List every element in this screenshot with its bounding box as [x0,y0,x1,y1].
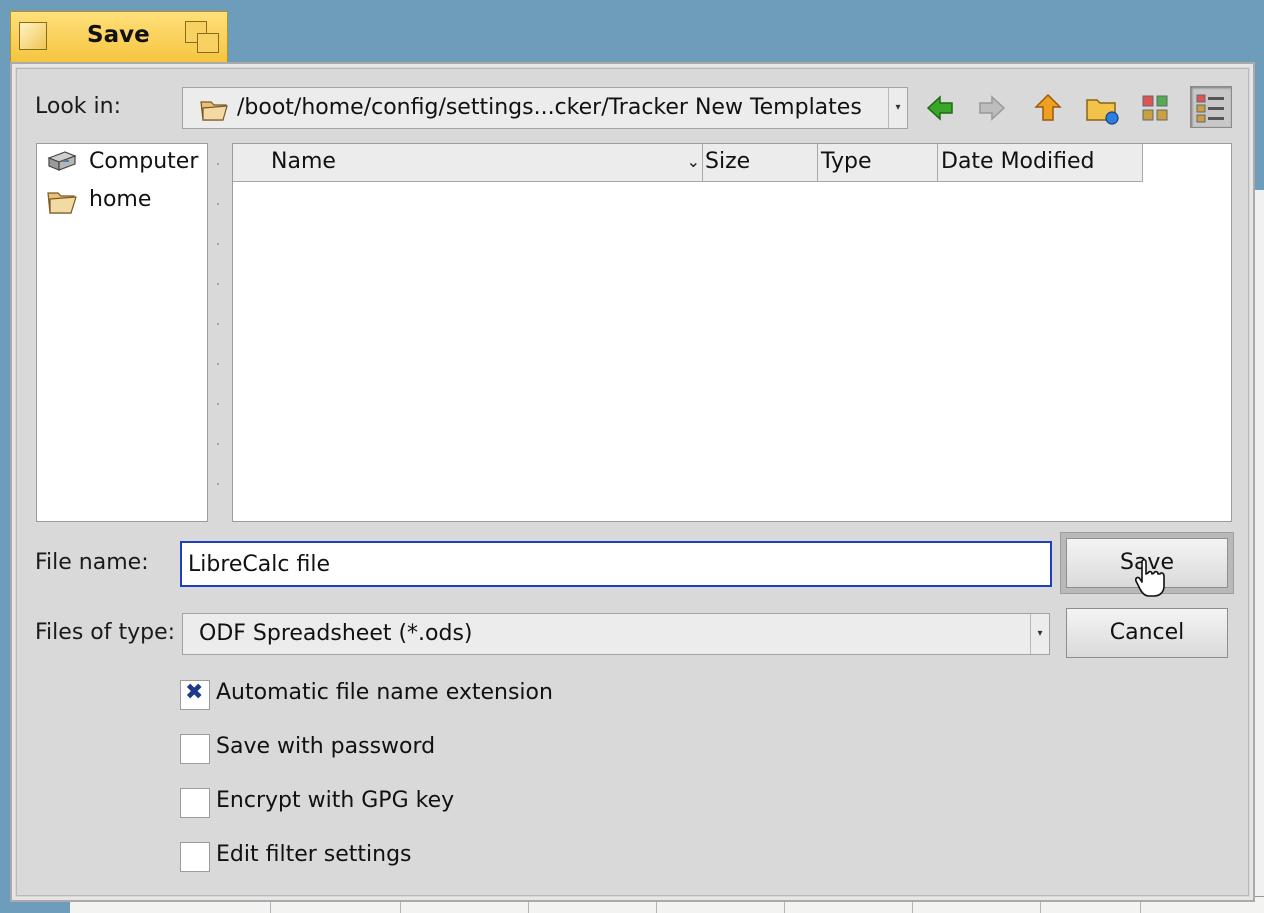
file-type-combobox[interactable]: ODF Spreadsheet (*.ods) ▾ [182,613,1050,655]
column-header-date-modified[interactable]: Date Modified [938,144,1143,182]
forward-arrow-icon[interactable] [972,88,1012,128]
pane-splitter[interactable] [214,143,226,522]
up-arrow-icon[interactable] [1028,88,1068,128]
encrypt-gpg-checkbox[interactable] [180,788,210,818]
column-header-type[interactable]: Type [818,144,938,182]
option-label: Edit filter settings [216,842,412,867]
auto-extension-checkbox[interactable] [180,680,210,710]
folder-icon [47,192,77,214]
folder-icon [200,101,228,121]
files-of-type-label: Files of type: [35,620,176,645]
look-in-path: /boot/home/config/settings...cker/Tracke… [237,95,862,120]
detail-view-icon[interactable] [1190,86,1232,128]
hand-cursor-icon [1135,558,1165,597]
cancel-button[interactable]: Cancel [1066,608,1228,658]
zoom-button[interactable] [185,21,219,53]
file-name-input[interactable] [180,541,1052,587]
window-title-tab[interactable]: Save [10,11,228,62]
file-type-value: ODF Spreadsheet (*.ods) [199,621,473,646]
window-title: Save [87,22,150,48]
place-item-home[interactable]: home [43,184,203,218]
column-header-size[interactable]: Size [703,144,818,182]
place-item-label: Computer [89,149,199,174]
computer-icon [47,151,77,171]
close-button[interactable] [19,22,47,50]
save-with-password-checkbox[interactable] [180,734,210,764]
list-view-icon[interactable] [1136,88,1176,128]
option-label: Save with password [216,734,436,759]
option-label: Automatic file name extension [216,680,553,705]
file-name-label: File name: [35,550,149,575]
place-item-label: home [89,187,152,212]
chevron-down-icon[interactable]: ▾ [888,88,907,128]
edit-filter-checkbox[interactable] [180,842,210,872]
back-arrow-icon[interactable] [920,88,960,128]
place-item-computer[interactable]: Computer [43,146,203,180]
places-list: Computer home [36,143,208,522]
look-in-label: Look in: [35,94,121,119]
file-list[interactable]: Name ⌄ Size Type Date Modified [232,143,1232,522]
new-folder-icon[interactable] [1082,88,1122,128]
chevron-down-icon[interactable]: ▾ [1030,614,1049,654]
option-label: Encrypt with GPG key [216,788,455,813]
column-header-name[interactable]: Name ⌄ [233,144,703,182]
look-in-combobox[interactable]: /boot/home/config/settings...cker/Tracke… [182,87,908,129]
sort-descending-icon: ⌄ [686,152,700,171]
